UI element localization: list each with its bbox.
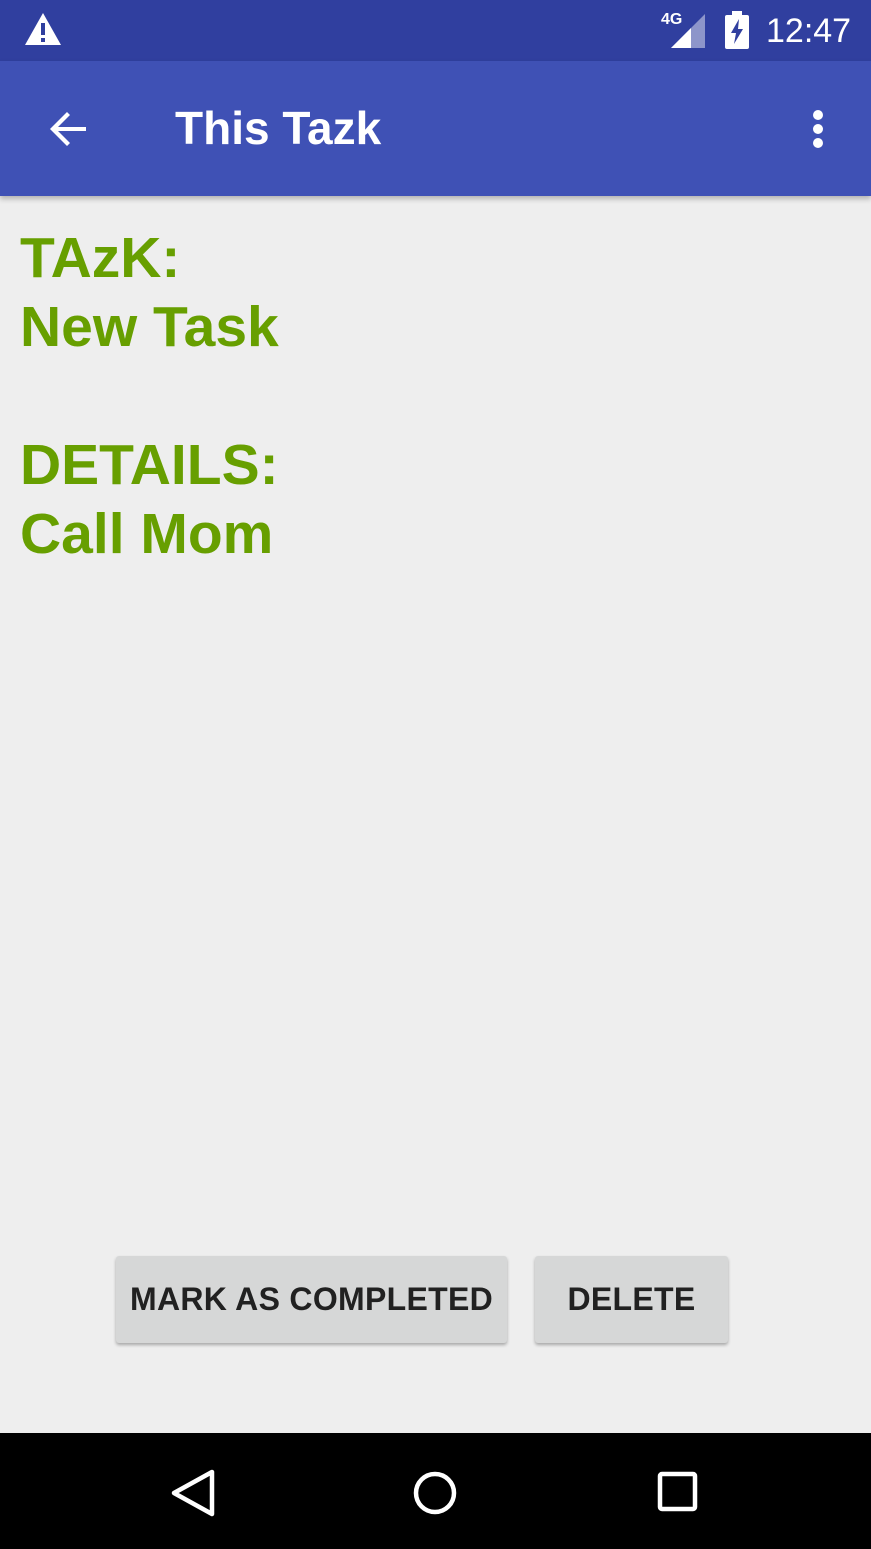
details-value: Call Mom	[20, 502, 274, 566]
nav-home-icon[interactable]	[410, 1468, 460, 1518]
navigation-bar	[0, 1433, 871, 1549]
mark-as-completed-button[interactable]: MARK AS COMPLETED	[116, 1256, 507, 1343]
task-label: TAzK:	[20, 226, 181, 290]
status-bar: 4G 12:47	[0, 0, 871, 61]
task-value: New Task	[20, 295, 279, 359]
details-label: DETAILS:	[20, 433, 279, 497]
nav-back-icon[interactable]	[168, 1468, 218, 1518]
arrow-back-icon[interactable]	[40, 101, 96, 157]
delete-button[interactable]: DELETE	[535, 1256, 728, 1343]
page-title: This Tazk	[175, 102, 382, 154]
app-bar: This Tazk	[0, 61, 871, 196]
status-clock: 12:47	[766, 12, 852, 50]
nav-recents-icon[interactable]	[652, 1468, 702, 1518]
warning-icon	[25, 13, 61, 45]
battery-charging-icon	[725, 11, 749, 49]
more-vert-icon[interactable]	[796, 101, 840, 157]
signal-icon	[671, 14, 705, 48]
task-detail: TAzK: New Task DETAILS: Call Mom	[20, 224, 850, 569]
